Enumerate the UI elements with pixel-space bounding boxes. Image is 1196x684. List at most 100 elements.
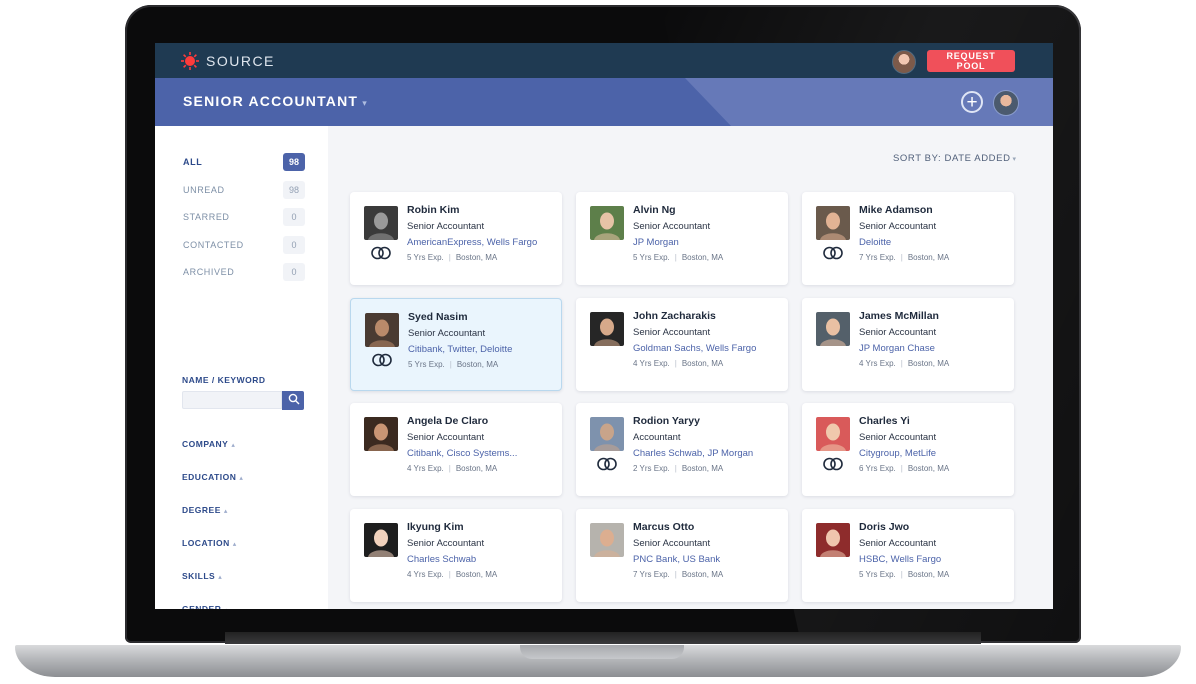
candidate-card[interactable]: Doris Jwo Senior Accountant HSBC, Wells Fa… <box>802 509 1014 602</box>
meta-separator: | <box>900 464 903 473</box>
add-button[interactable]: + <box>961 91 983 113</box>
candidate-title: Senior Accountant <box>633 538 711 549</box>
candidate-title: Accountant <box>633 432 681 443</box>
candidate-companies: Citygroup, MetLife <box>859 448 937 459</box>
candidate-title: Senior Accountant <box>407 221 485 232</box>
facet-label: GENDER <box>182 604 222 609</box>
brand[interactable]: SOURCE <box>181 52 275 70</box>
location: Boston, MA <box>907 464 950 473</box>
filter-archived[interactable]: ARCHIVED 0 <box>183 263 305 281</box>
candidate-photo <box>364 523 398 557</box>
filter-unread[interactable]: UNREAD 98 <box>183 180 305 199</box>
candidate-title: Senior Accountant <box>859 538 937 549</box>
location: Boston, MA <box>907 359 950 368</box>
filter-label: CONTACTED <box>183 239 244 250</box>
experience: 5 Yrs Exp. <box>633 253 670 262</box>
plus-icon: + <box>966 92 978 113</box>
meta-separator: | <box>900 253 903 262</box>
candidate-name: Alvin Ng <box>633 204 676 216</box>
facet-company[interactable]: COMPANY ▴ <box>182 439 235 449</box>
search-icon <box>288 393 300 405</box>
linked-rings-icon <box>596 457 618 471</box>
filter-label: ALL <box>183 157 203 167</box>
candidate-card[interactable]: John Zacharakis Senior Accountant Goldman … <box>576 298 788 391</box>
location: Boston, MA <box>455 253 498 262</box>
candidate-card[interactable]: Alvin Ng Senior Accountant JP Morgan 5 Yrs … <box>576 192 788 285</box>
candidate-card[interactable]: Rodion Yaryy Accountant Charles Schwab, JP… <box>576 403 788 496</box>
candidate-meta: 7 Yrs Exp. | Boston, MA <box>633 570 723 579</box>
chevron-up-icon: ▴ <box>232 541 237 548</box>
candidate-card[interactable]: Syed Nasim Senior Accountant Citibank, Twi… <box>350 298 562 391</box>
candidate-companies: JP Morgan <box>633 237 679 248</box>
linked-rings-icon <box>370 246 392 260</box>
job-title-dropdown[interactable]: SENIOR ACCOUNTANT ▾ <box>183 93 368 109</box>
candidate-card[interactable]: Robin Kim Senior Accountant AmericanExpres… <box>350 192 562 285</box>
user-avatar[interactable] <box>892 50 916 74</box>
meta-separator: | <box>674 253 677 262</box>
meta-separator: | <box>674 464 677 473</box>
candidate-meta: 5 Yrs Exp. | Boston, MA <box>633 253 723 262</box>
candidate-companies: PNC Bank, US Bank <box>633 554 721 565</box>
candidate-name: Robin Kim <box>407 204 460 216</box>
linked-rings-icon <box>822 246 844 260</box>
candidate-name: Mike Adamson <box>859 204 933 216</box>
filter-count-badge: 0 <box>283 235 305 254</box>
candidate-card[interactable]: Angela De Claro Senior Accountant Citibank… <box>350 403 562 496</box>
facet-gender[interactable]: GENDER▴ <box>182 604 228 609</box>
facet-education[interactable]: EDUCATION ▴ <box>182 472 243 482</box>
sort-label: SORT BY: <box>893 153 942 164</box>
candidate-name: John Zacharakis <box>633 310 716 322</box>
experience: 5 Yrs Exp. <box>408 360 445 369</box>
facet-label: EDUCATION <box>182 472 237 482</box>
location: Boston, MA <box>907 253 950 262</box>
keyword-search-button[interactable] <box>282 391 304 410</box>
candidate-meta: 4 Yrs Exp. | Boston, MA <box>859 359 949 368</box>
candidate-companies: Citibank, Cisco Systems... <box>407 448 518 459</box>
candidate-card[interactable]: Marcus Otto Senior Accountant PNC Bank, US… <box>576 509 788 602</box>
candidate-title: Senior Accountant <box>859 432 937 443</box>
candidate-name: Doris Jwo <box>859 521 910 533</box>
candidate-meta: 7 Yrs Exp. | Boston, MA <box>859 253 949 262</box>
sort-control[interactable]: SORT BY: DATE ADDED ▾ <box>893 153 1017 164</box>
candidate-companies: Charles Schwab <box>407 554 477 565</box>
candidate-name: Syed Nasim <box>408 311 468 323</box>
filter-all[interactable]: ALL 98 <box>183 153 305 171</box>
chevron-up-icon: ▴ <box>231 442 236 449</box>
candidate-companies: Goldman Sachs, Wells Fargo <box>633 343 757 354</box>
filter-starred[interactable]: STARRED 0 <box>183 208 305 226</box>
filter-count-badge: 98 <box>283 180 305 199</box>
filter-contacted[interactable]: CONTACTED 0 <box>183 235 305 254</box>
request-pool-button[interactable]: REQUEST POOL <box>927 50 1015 72</box>
candidate-name: James McMillan <box>859 310 939 322</box>
candidate-title: Senior Accountant <box>859 327 937 338</box>
candidate-name: Charles Yi <box>859 415 910 427</box>
laptop-notch <box>520 645 684 659</box>
chevron-down-icon: ▾ <box>1012 156 1017 163</box>
keyword-input[interactable] <box>182 391 282 409</box>
candidate-meta: 4 Yrs Exp. | Boston, MA <box>407 570 497 579</box>
filter-label: STARRED <box>183 212 230 222</box>
experience: 4 Yrs Exp. <box>407 464 444 473</box>
candidate-companies: JP Morgan Chase <box>859 343 935 354</box>
facet-degree[interactable]: DEGREE ▴ <box>182 505 228 515</box>
meta-separator: | <box>674 359 677 368</box>
chevron-up-icon: ▴ <box>239 475 244 482</box>
candidate-card[interactable]: Mike Adamson Senior Accountant Deloitte 7 Y… <box>802 192 1014 285</box>
candidate-title: Senior Accountant <box>633 221 711 232</box>
chevron-down-icon: ▾ <box>362 98 368 108</box>
recruiter-avatar[interactable] <box>993 90 1019 116</box>
location: Boston, MA <box>681 253 724 262</box>
facet-location[interactable]: LOCATION ▴ <box>182 538 237 548</box>
filter-count-badge: 0 <box>283 208 305 226</box>
filter-count-badge: 98 <box>283 153 305 171</box>
candidate-card[interactable]: James McMillan Senior Accountant JP Morgan… <box>802 298 1014 391</box>
experience: 7 Yrs Exp. <box>859 253 896 262</box>
candidate-card[interactable]: Ikyung Kim Senior Accountant Charles Schwa… <box>350 509 562 602</box>
location: Boston, MA <box>456 360 499 369</box>
meta-separator: | <box>674 570 677 579</box>
candidate-companies: HSBC, Wells Fargo <box>859 554 942 565</box>
facet-label: DEGREE <box>182 505 221 515</box>
candidate-card[interactable]: Charles Yi Senior Accountant Citygroup, Me… <box>802 403 1014 496</box>
facet-skills[interactable]: SKILLS ▴ <box>182 571 222 581</box>
candidate-meta: 5 Yrs Exp. | Boston, MA <box>407 253 497 262</box>
